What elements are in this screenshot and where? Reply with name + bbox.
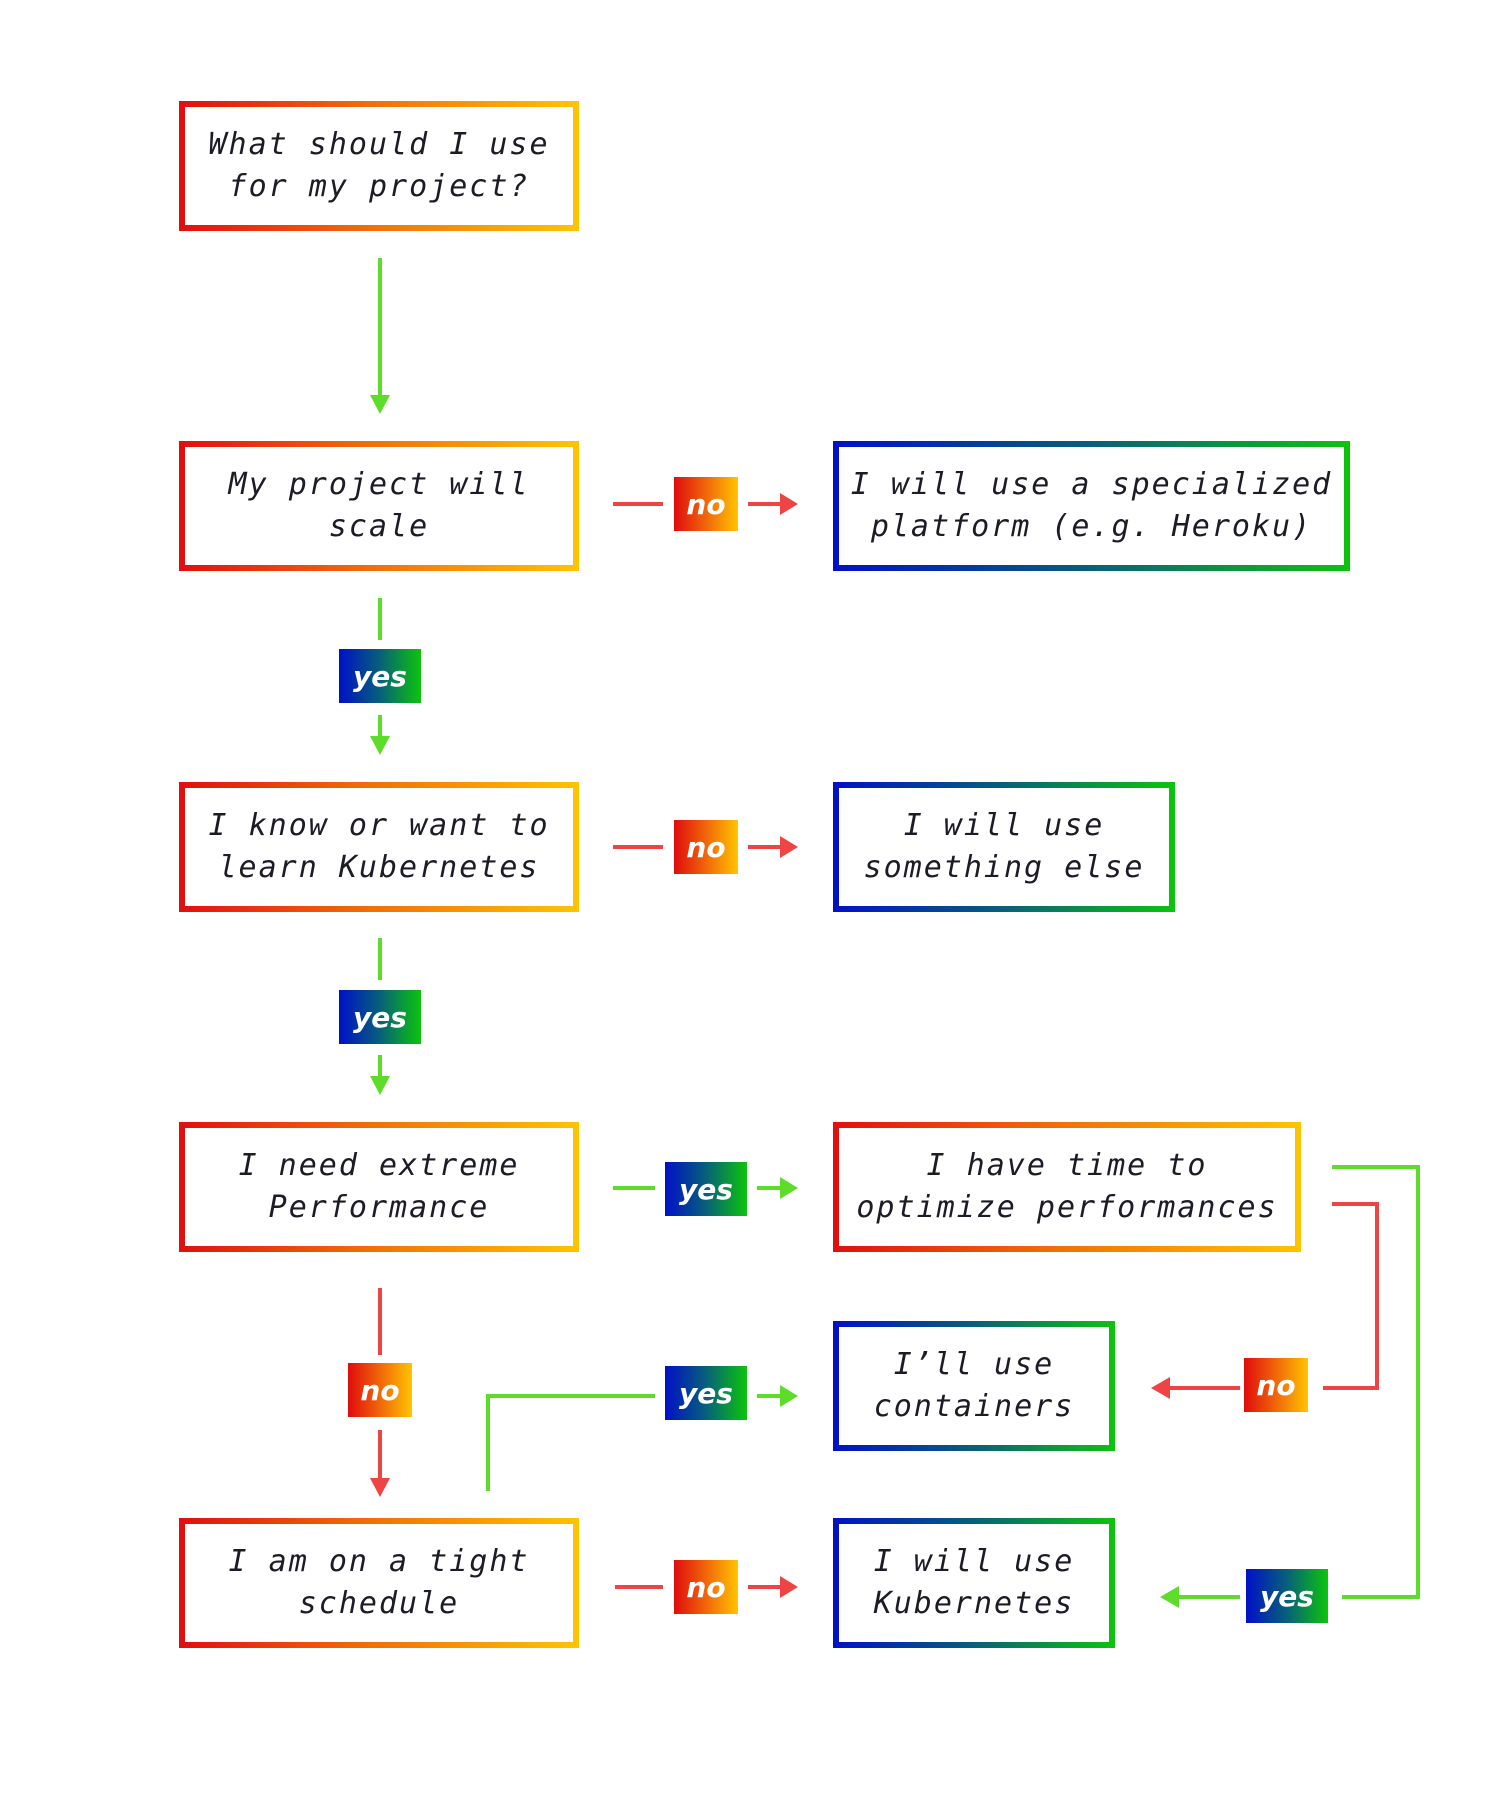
badge-perf-no: no (348, 1363, 412, 1417)
badge-perf-yes: yes (665, 1162, 747, 1216)
node-start-text: What should I use for my project? (185, 107, 573, 225)
node-scale-text: My project will scale (185, 447, 573, 565)
node-use-kubernetes[interactable]: I will use Kubernetes (833, 1518, 1115, 1648)
node-time-to-optimize-text: I have time to optimize performances (839, 1128, 1295, 1246)
node-time-to-optimize[interactable]: I have time to optimize performances (833, 1122, 1301, 1252)
badge-scale-no: no (674, 477, 738, 531)
node-something-else[interactable]: I will use something else (833, 782, 1175, 912)
node-containers[interactable]: I’ll use containers (833, 1321, 1115, 1451)
node-tight-schedule-text: I am on a tight schedule (185, 1524, 573, 1642)
edge-start-to-scale (370, 258, 390, 414)
badge-schedule-no: no (674, 1560, 738, 1614)
node-kubernetes-knowledge[interactable]: I know or want to learn Kubernetes (179, 782, 579, 912)
node-kubernetes-knowledge-text: I know or want to learn Kubernetes (185, 788, 573, 906)
node-specialized-platform-text: I will use a specialized platform (e.g. … (839, 447, 1344, 565)
node-specialized-platform[interactable]: I will use a specialized platform (e.g. … (833, 441, 1350, 571)
badge-k8s-no: no (674, 820, 738, 874)
badge-scale-yes: yes (339, 649, 421, 703)
node-something-else-text: I will use something else (839, 788, 1169, 906)
node-scale[interactable]: My project will scale (179, 441, 579, 571)
badge-k8s-yes: yes (339, 990, 421, 1044)
node-start[interactable]: What should I use for my project? (179, 101, 579, 231)
node-extreme-perf[interactable]: I need extreme Performance (179, 1122, 579, 1252)
node-containers-text: I’ll use containers (839, 1327, 1109, 1445)
badge-time-yes: yes (1246, 1569, 1328, 1623)
badge-time-no: no (1244, 1358, 1308, 1412)
edge-schedule-yes (486, 1385, 798, 1491)
node-tight-schedule[interactable]: I am on a tight schedule (179, 1518, 579, 1648)
node-extreme-perf-text: I need extreme Performance (185, 1128, 573, 1246)
flowchart: What should I use for my project? My pro… (0, 0, 1500, 1816)
badge-schedule-yes: yes (665, 1366, 747, 1420)
node-use-kubernetes-text: I will use Kubernetes (839, 1524, 1109, 1642)
